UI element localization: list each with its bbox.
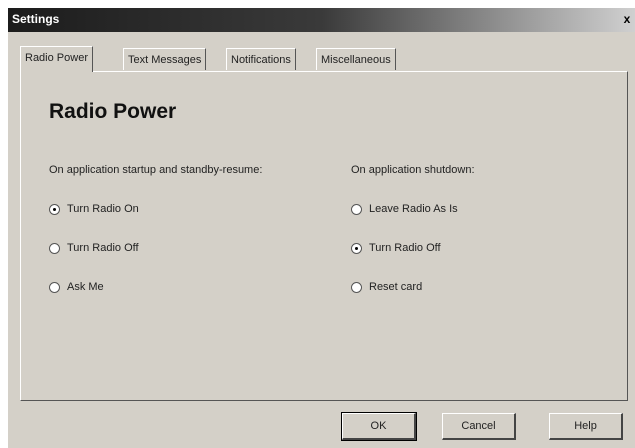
radio-turn-radio-off[interactable]: Turn Radio Off bbox=[49, 240, 139, 256]
radio-button[interactable] bbox=[49, 242, 60, 254]
radio-button[interactable] bbox=[351, 281, 362, 293]
shutdown-caption: On application shutdown: bbox=[351, 164, 475, 176]
startup-caption: On application startup and standby-resum… bbox=[49, 164, 263, 176]
help-button[interactable]: Help bbox=[549, 413, 623, 440]
radio-label: Ask Me bbox=[67, 281, 104, 293]
page-title: Radio Power bbox=[49, 100, 177, 123]
radio-reset-card[interactable]: Reset card bbox=[351, 279, 422, 295]
radio-button[interactable] bbox=[351, 242, 362, 254]
radio-label: Leave Radio As Is bbox=[369, 203, 458, 215]
radio-button[interactable] bbox=[351, 203, 362, 215]
tab-radio-power[interactable]: Radio Power bbox=[20, 46, 93, 72]
settings-dialog: Settings x Radio Power Text Messages Not… bbox=[8, 8, 635, 448]
radio-button[interactable] bbox=[49, 281, 60, 293]
tab-panel: Radio Power On application startup and s… bbox=[20, 71, 628, 401]
ok-button[interactable]: OK bbox=[341, 412, 417, 441]
tab-text-messages[interactable]: Text Messages bbox=[123, 48, 207, 70]
radio-shutdown-turn-radio-off[interactable]: Turn Radio Off bbox=[351, 240, 441, 256]
radio-label: Turn Radio Off bbox=[67, 242, 139, 254]
radio-ask-me[interactable]: Ask Me bbox=[49, 279, 104, 295]
radio-button[interactable] bbox=[49, 203, 60, 215]
tab-miscellaneous[interactable]: Miscellaneous bbox=[316, 48, 396, 70]
close-icon[interactable]: x bbox=[619, 10, 635, 28]
title-bar[interactable]: Settings x bbox=[8, 8, 635, 32]
cancel-button[interactable]: Cancel bbox=[442, 413, 516, 440]
radio-turn-radio-on[interactable]: Turn Radio On bbox=[49, 201, 139, 217]
tab-notifications[interactable]: Notifications bbox=[226, 48, 296, 70]
radio-label: Turn Radio On bbox=[67, 203, 139, 215]
radio-label: Turn Radio Off bbox=[369, 242, 441, 254]
radio-label: Reset card bbox=[369, 281, 423, 293]
radio-leave-radio-as-is[interactable]: Leave Radio As Is bbox=[351, 201, 458, 217]
window-title: Settings bbox=[12, 12, 60, 26]
